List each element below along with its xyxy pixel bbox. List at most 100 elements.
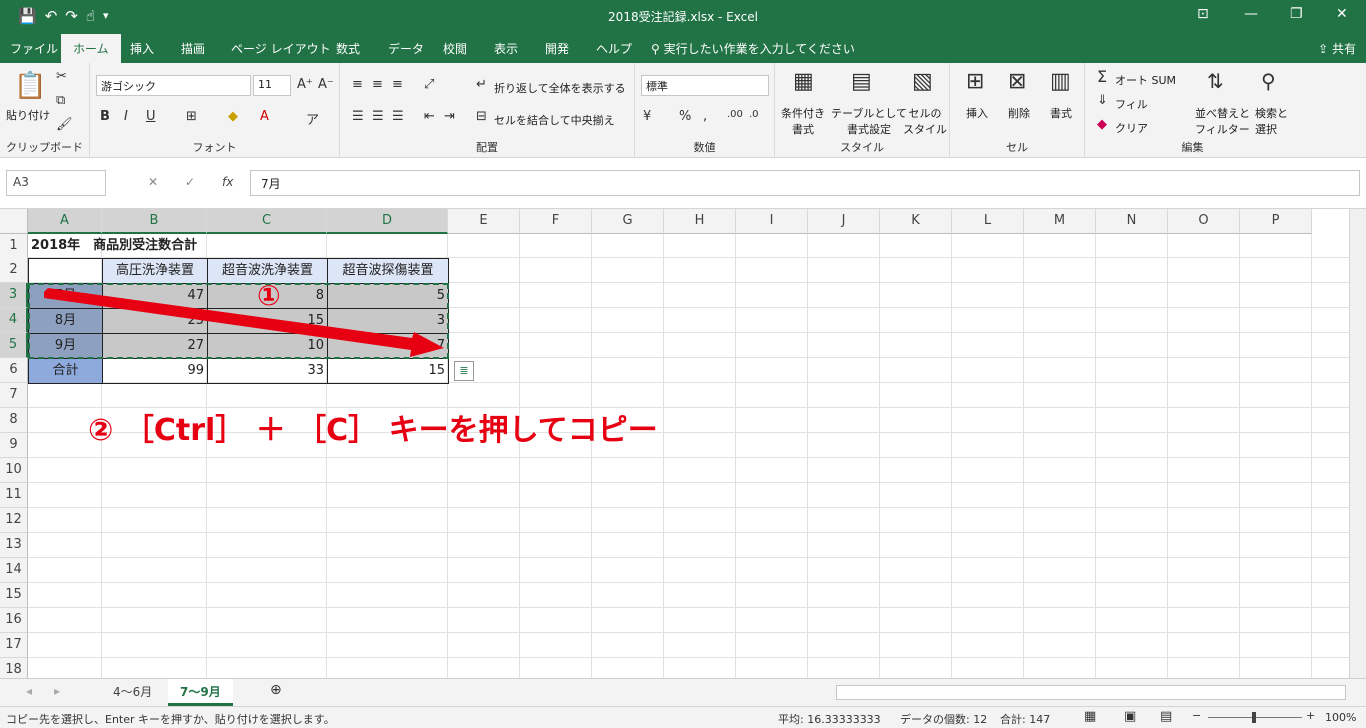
column-header-o[interactable]: O <box>1168 209 1240 234</box>
tab-home[interactable]: ホーム <box>61 34 121 63</box>
value-cell[interactable]: 15 <box>327 358 449 384</box>
paste-button[interactable]: 貼り付け <box>6 107 50 123</box>
zoom-out-icon[interactable]: − <box>1192 709 1201 722</box>
clear-button[interactable]: クリア <box>1115 120 1148 136</box>
font-color-icon[interactable]: A <box>260 109 269 124</box>
share-button[interactable]: ⇪ 共有 <box>1318 40 1356 57</box>
align-top-icon[interactable]: ≡ <box>352 77 363 92</box>
column-header-p[interactable]: P <box>1240 209 1312 234</box>
value-cell[interactable]: 10 <box>207 333 328 359</box>
table-header-cell[interactable]: 高圧洗浄装置 <box>102 258 208 284</box>
value-cell[interactable]: 25 <box>102 308 208 334</box>
cell-styles-button[interactable]: セルの スタイル <box>903 105 947 137</box>
tab-view[interactable]: 表示 <box>494 40 518 57</box>
row-header-3[interactable]: 3 <box>0 283 28 308</box>
align-left-icon[interactable]: ☰ <box>352 109 364 124</box>
tab-help[interactable]: ヘルプ <box>596 40 632 57</box>
percent-style-button[interactable]: % <box>679 109 691 124</box>
prev-sheet-icon[interactable]: ◂ <box>26 684 32 698</box>
font-name-select[interactable]: 游ゴシック <box>96 75 251 96</box>
insert-cells-button[interactable]: 挿入 <box>966 105 988 121</box>
cut-icon[interactable]: ✂ <box>56 69 67 84</box>
column-header-n[interactable]: N <box>1096 209 1168 234</box>
borders-icon[interactable]: ⊞ <box>186 109 197 124</box>
conditional-format-button[interactable]: 条件付き 書式 <box>781 105 825 137</box>
table-title[interactable]: 2018年 商品別受注数合計 <box>28 234 328 259</box>
tab-developer[interactable]: 開発 <box>545 40 569 57</box>
tell-me-search[interactable]: ⚲ 実行したい作業を入力してください <box>651 40 855 57</box>
value-cell[interactable]: 27 <box>102 333 208 359</box>
align-right-icon[interactable]: ☰ <box>392 109 404 124</box>
enter-icon[interactable]: ✓ <box>185 175 195 189</box>
column-header-a[interactable]: A <box>28 209 102 234</box>
formula-input[interactable]: 7月 <box>250 170 1360 196</box>
column-header-j[interactable]: J <box>808 209 880 234</box>
paste-icon[interactable]: 📋 <box>14 71 46 101</box>
new-sheet-icon[interactable]: ⊕ <box>270 682 282 698</box>
column-header-d[interactable]: D <box>327 209 448 234</box>
value-cell[interactable]: 47 <box>102 283 208 309</box>
column-header-g[interactable]: G <box>592 209 664 234</box>
value-cell[interactable]: 7 <box>327 333 449 359</box>
tab-draw[interactable]: 描画 <box>181 40 205 57</box>
align-bottom-icon[interactable]: ≡ <box>392 77 403 92</box>
accounting-format-icon[interactable]: ¥ <box>643 109 651 124</box>
minimize-button[interactable]: — <box>1244 6 1258 22</box>
fill-color-icon[interactable]: ◆ <box>228 109 238 124</box>
align-center-icon[interactable]: ☰ <box>372 109 384 124</box>
row-header-4[interactable]: 4 <box>0 308 28 333</box>
row-header-11[interactable]: 11 <box>0 483 28 508</box>
wrap-text-button[interactable]: 折り返して全体を表示する <box>494 80 626 96</box>
month-cell[interactable]: 7月 <box>28 283 103 309</box>
format-painter-icon[interactable]: 🖌 <box>56 117 73 132</box>
column-header-c[interactable]: C <box>207 209 327 234</box>
sheet-tab-q3[interactable]: 7～9月 <box>168 679 233 706</box>
tab-formulas[interactable]: 数式 <box>336 40 360 57</box>
align-middle-icon[interactable]: ≡ <box>372 77 383 92</box>
zoom-slider-thumb[interactable] <box>1252 712 1256 723</box>
month-cell[interactable]: 9月 <box>28 333 103 359</box>
column-header-h[interactable]: H <box>664 209 736 234</box>
comma-style-icon[interactable]: , <box>703 109 707 124</box>
restore-button[interactable]: ❐ <box>1290 6 1303 22</box>
normal-view-icon[interactable]: ▦ <box>1084 709 1096 724</box>
row-header-2[interactable]: 2 <box>0 258 28 283</box>
cancel-icon[interactable]: ✕ <box>148 175 158 189</box>
page-break-view-icon[interactable]: ▤ <box>1160 709 1172 724</box>
row-header-7[interactable]: 7 <box>0 383 28 408</box>
find-select-button[interactable]: 検索と 選択 <box>1255 105 1288 137</box>
value-cell[interactable]: 99 <box>102 358 208 384</box>
table-header-blank[interactable] <box>28 258 103 284</box>
row-header-13[interactable]: 13 <box>0 533 28 558</box>
select-all-button[interactable] <box>0 209 28 234</box>
next-sheet-icon[interactable]: ▸ <box>54 684 60 698</box>
row-header-18[interactable]: 18 <box>0 658 28 678</box>
phonetic-icon[interactable]: ア <box>306 109 319 128</box>
merge-center-button[interactable]: セルを結合して中央揃え <box>494 112 615 128</box>
format-cells-button[interactable]: 書式 <box>1050 105 1072 121</box>
orientation-icon[interactable]: ⤢ <box>424 77 434 92</box>
row-header-8[interactable]: 8 <box>0 408 28 433</box>
value-cell[interactable]: 5 <box>327 283 449 309</box>
row-header-1[interactable]: 1 <box>0 234 28 259</box>
column-header-m[interactable]: M <box>1024 209 1096 234</box>
row-header-16[interactable]: 16 <box>0 608 28 633</box>
tab-data[interactable]: データ <box>388 40 424 57</box>
column-header-f[interactable]: F <box>520 209 592 234</box>
autosum-button[interactable]: オート SUM <box>1115 72 1176 88</box>
row-header-14[interactable]: 14 <box>0 558 28 583</box>
value-cell[interactable]: 33 <box>207 358 328 384</box>
row-header-6[interactable]: 6 <box>0 358 28 383</box>
italic-button[interactable]: I <box>124 109 128 124</box>
page-layout-view-icon[interactable]: ▣ <box>1124 709 1136 724</box>
delete-cells-button[interactable]: 削除 <box>1008 105 1030 121</box>
row-header-12[interactable]: 12 <box>0 508 28 533</box>
close-button[interactable]: ✕ <box>1336 6 1348 22</box>
copy-icon[interactable]: ⧉ <box>56 93 65 108</box>
horizontal-scrollbar[interactable] <box>836 685 1346 700</box>
sheet-tab-q2[interactable]: 4～6月 <box>101 679 164 706</box>
format-as-table-button[interactable]: テーブルとして 書式設定 <box>831 105 907 137</box>
tab-page-layout[interactable]: ページ レイアウト <box>231 40 331 57</box>
column-header-e[interactable]: E <box>448 209 520 234</box>
tab-file[interactable]: ファイル <box>10 40 58 57</box>
